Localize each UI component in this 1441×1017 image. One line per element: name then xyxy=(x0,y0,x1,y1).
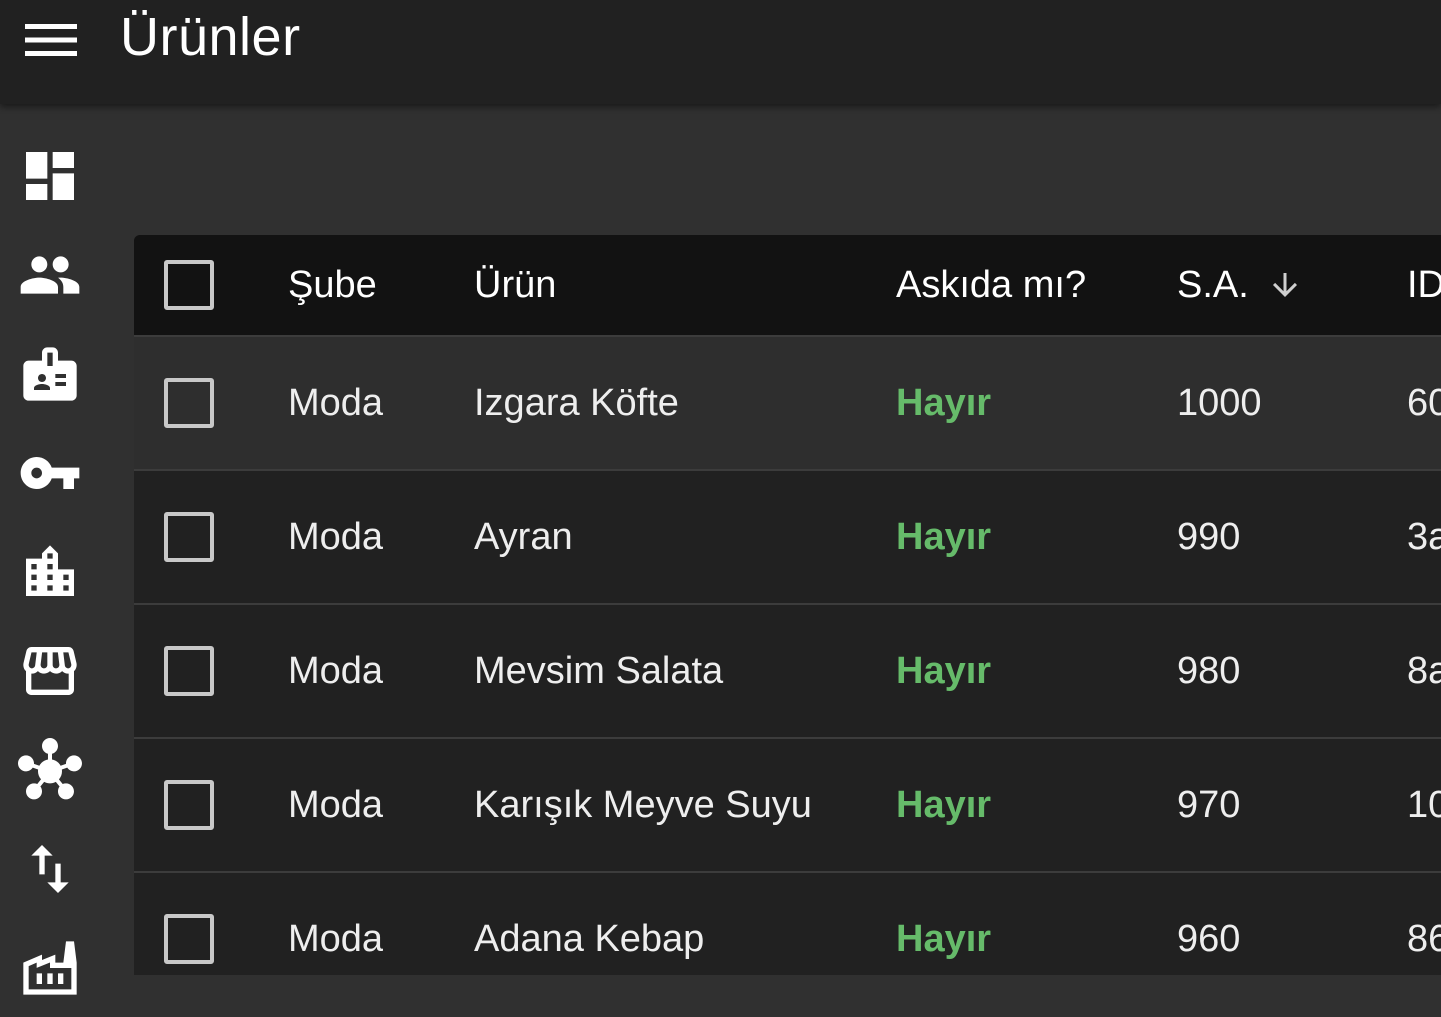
sidebar xyxy=(0,104,100,995)
cell-urun: Mevsim Salata xyxy=(474,649,724,692)
cell-sa: 960 xyxy=(1177,917,1241,960)
key-icon xyxy=(20,456,80,489)
cell-sa: 980 xyxy=(1177,649,1241,692)
column-header-sube[interactable]: Şube xyxy=(288,235,377,335)
cell-sa: 990 xyxy=(1177,515,1241,558)
cell-askida: Hayır xyxy=(896,515,992,558)
row-checkbox[interactable] xyxy=(164,378,214,428)
row-checkbox[interactable] xyxy=(164,512,214,562)
column-header-askida[interactable]: Askıda mı? xyxy=(896,235,1086,335)
people-icon xyxy=(20,255,80,294)
menu-button[interactable] xyxy=(16,10,86,70)
sidebar-item-more[interactable] xyxy=(0,918,100,1017)
hub-icon xyxy=(18,737,82,799)
select-all-checkbox[interactable] xyxy=(164,260,214,310)
app-bar: Ürünler xyxy=(0,0,1441,104)
dashboard-icon xyxy=(26,151,74,200)
row-checkbox[interactable] xyxy=(164,914,214,964)
cell-askida: Hayır xyxy=(896,649,992,692)
table-row[interactable]: Moda Karışık Meyve Suyu Hayır 970 10 xyxy=(134,739,1441,873)
column-header-sa-label: S.A. xyxy=(1177,263,1249,306)
factory-icon xyxy=(23,940,77,995)
sidebar-item-transfers[interactable] xyxy=(0,819,100,918)
products-table: Şube Ürün Askıda mı? S.A. ID Moda Izgara… xyxy=(134,235,1441,975)
table-row[interactable]: Moda Adana Kebap Hayır 960 86 xyxy=(134,873,1441,975)
cell-sa: 1000 xyxy=(1177,381,1262,424)
building-icon xyxy=(26,544,74,596)
cell-askida: Hayır xyxy=(896,917,992,960)
row-checkbox[interactable] xyxy=(164,780,214,830)
column-header-id[interactable]: ID xyxy=(1407,235,1441,335)
sidebar-item-users[interactable] xyxy=(0,225,100,324)
cell-sa: 970 xyxy=(1177,783,1241,826)
cell-urun: Ayran xyxy=(474,515,573,558)
sidebar-item-branches[interactable] xyxy=(0,522,100,621)
arrow-down-icon[interactable] xyxy=(1267,267,1303,303)
sidebar-item-dashboard[interactable] xyxy=(0,126,100,225)
row-checkbox[interactable] xyxy=(164,646,214,696)
badge-icon xyxy=(23,346,77,401)
cell-sube: Moda xyxy=(288,515,384,558)
cell-sube: Moda xyxy=(288,649,384,692)
cell-sube: Moda xyxy=(288,783,384,826)
table-row[interactable]: Moda Mevsim Salata Hayır 980 8a xyxy=(134,605,1441,739)
menu-icon xyxy=(25,24,77,56)
cell-id: 10 xyxy=(1407,783,1441,826)
sidebar-item-keys[interactable] xyxy=(0,423,100,522)
table-header: Şube Ürün Askıda mı? S.A. ID xyxy=(134,235,1441,337)
storefront-icon xyxy=(23,646,77,695)
page-title: Ürünler xyxy=(120,7,301,67)
table-row[interactable]: Moda Ayran Hayır 990 3a xyxy=(134,471,1441,605)
cell-id: 3a xyxy=(1407,515,1441,558)
column-header-urun[interactable]: Ürün xyxy=(474,235,556,335)
cell-urun: Adana Kebap xyxy=(474,917,705,960)
sidebar-item-network[interactable] xyxy=(0,720,100,819)
cell-urun: Karışık Meyve Suyu xyxy=(474,783,812,826)
cell-sube: Moda xyxy=(288,917,384,960)
swap-vert-icon xyxy=(31,844,69,893)
cell-sube: Moda xyxy=(288,381,384,424)
sidebar-item-badge[interactable] xyxy=(0,324,100,423)
cell-urun: Izgara Köfte xyxy=(474,381,679,424)
table-row[interactable]: Moda Izgara Köfte Hayır 1000 60 xyxy=(134,337,1441,471)
cell-askida: Hayır xyxy=(896,381,992,424)
sidebar-item-stores[interactable] xyxy=(0,621,100,720)
column-header-sa[interactable]: S.A. xyxy=(1177,235,1303,335)
cell-id: 8a xyxy=(1407,649,1441,692)
cell-id: 60 xyxy=(1407,381,1441,424)
cell-askida: Hayır xyxy=(896,783,992,826)
cell-id: 86 xyxy=(1407,917,1441,960)
